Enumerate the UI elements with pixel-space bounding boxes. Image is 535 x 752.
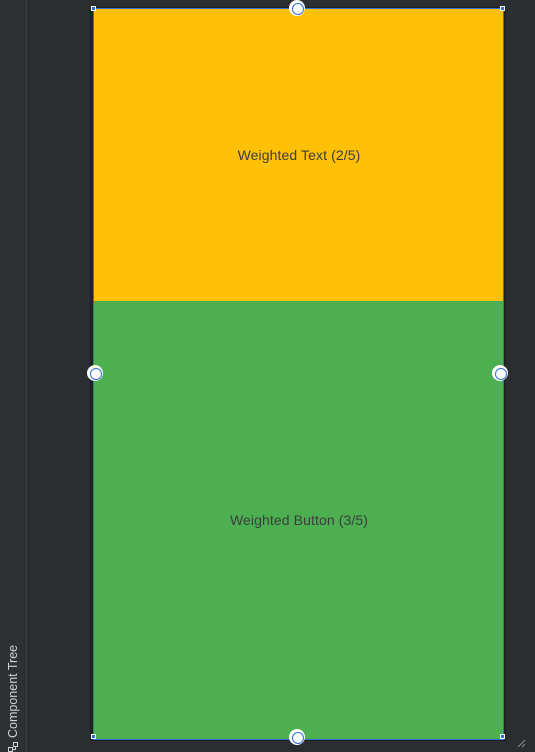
left-tool-strip: Component Tree	[0, 0, 27, 752]
weighted-text-label: Weighted Text (2/5)	[237, 147, 361, 163]
constraint-handle-left[interactable]	[87, 365, 103, 381]
resize-corner-bottom-right[interactable]	[500, 734, 505, 739]
component-tree-tab[interactable]: Component Tree	[0, 624, 27, 752]
resize-corner-bottom-left[interactable]	[91, 734, 96, 739]
weighted-button-view[interactable]: Weighted Button (3/5)	[94, 301, 504, 739]
weighted-text-view[interactable]: Weighted Text (2/5)	[94, 9, 504, 301]
resize-grip-icon[interactable]	[516, 738, 526, 748]
component-tree-icon	[8, 742, 18, 752]
weighted-button-label: Weighted Button (3/5)	[229, 512, 369, 528]
resize-corner-top-left[interactable]	[91, 6, 96, 11]
constraint-handle-right[interactable]	[492, 365, 508, 381]
linear-layout-root[interactable]: Weighted Text (2/5) Weighted Button (3/5…	[94, 9, 504, 739]
constraint-handle-bottom[interactable]	[289, 729, 305, 745]
component-tree-label: Component Tree	[6, 644, 20, 738]
resize-corner-top-right[interactable]	[500, 6, 505, 11]
component-tree-tab-content: Component Tree	[3, 645, 23, 752]
constraint-handle-top[interactable]	[289, 0, 305, 16]
